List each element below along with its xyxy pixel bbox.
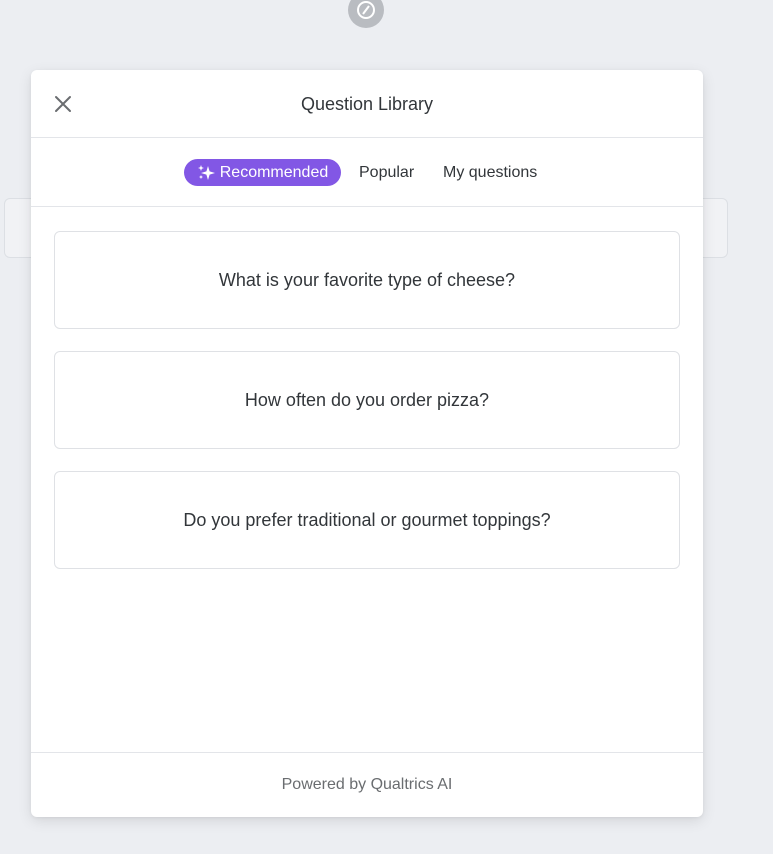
tab-my-questions[interactable]: My questions (443, 159, 537, 186)
modal-title: Question Library (300, 94, 434, 114)
tab-recommended-label: Recommended (219, 164, 329, 181)
question-text: Do you prefer traditional or gourmet top… (183, 509, 551, 530)
tab-popular[interactable]: Popular (359, 159, 414, 186)
powered-by-text: Powered by Qualtrics AI (281, 776, 453, 793)
sparkle-icon (197, 164, 215, 180)
question-card[interactable]: Do you prefer traditional or gourmet top… (54, 471, 680, 569)
modal-header: Question Library (31, 70, 703, 138)
question-card[interactable]: What is your favorite type of cheese? (54, 231, 680, 329)
tab-bar: Recommended Popular My questions (31, 138, 703, 207)
question-text: How often do you order pizza? (244, 389, 490, 410)
tab-recommended[interactable]: Recommended (184, 159, 341, 186)
question-text: What is your favorite type of cheese? (218, 269, 516, 290)
question-card[interactable]: How often do you order pizza? (54, 351, 680, 449)
qualtrics-logo-icon (348, 0, 384, 28)
modal-footer: Powered by Qualtrics AI (31, 752, 703, 817)
question-library-modal: Question Library Recommended Popular My … (31, 70, 703, 817)
